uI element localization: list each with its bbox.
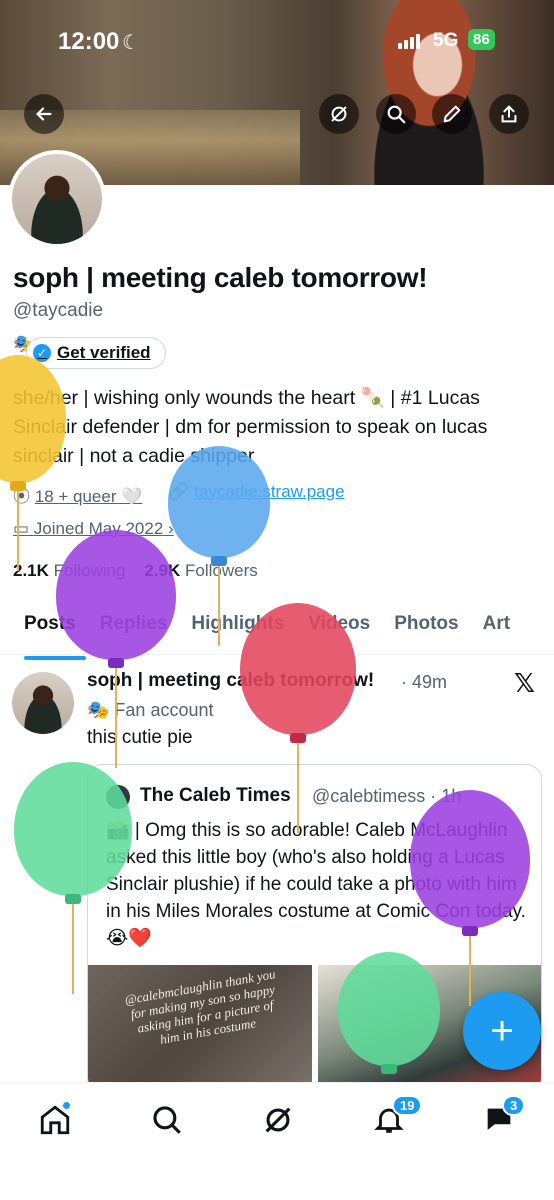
joined-date[interactable]: ▭ Joined May 2022 ›: [13, 519, 174, 539]
website-link[interactable]: taycadie.straw.page: [194, 482, 344, 501]
follow-stats: 2.1K Following 2.9K Followers: [13, 561, 258, 581]
following-count[interactable]: 2.1K: [13, 561, 49, 580]
nav-search[interactable]: [150, 1103, 186, 1139]
location-link[interactable]: 18 + queer 🤍: [35, 487, 143, 506]
following-label[interactable]: Following: [54, 561, 126, 580]
nav-notifications[interactable]: 19: [372, 1095, 423, 1139]
quote-image-caption: @calebmclaughlin thank you for making my…: [123, 966, 277, 1047]
home-dot: [62, 1101, 71, 1110]
edit-button[interactable]: [432, 94, 472, 134]
profile-handle: @taycadie: [13, 300, 104, 321]
share-icon: [501, 105, 517, 123]
search-button[interactable]: [376, 94, 416, 134]
tab-art[interactable]: Art: [483, 603, 510, 654]
tab-posts[interactable]: Posts: [24, 603, 86, 660]
status-time: 12:00: [58, 28, 120, 55]
mask-icon: 🎭: [87, 700, 115, 720]
share-button[interactable]: [489, 94, 529, 134]
quote-image-1[interactable]: @calebmclaughlin thank you for making my…: [88, 965, 312, 1093]
profile-name: soph | meeting caleb tomorrow!: [13, 262, 428, 293]
bottom-nav: 19 3: [0, 1082, 554, 1200]
back-button[interactable]: [24, 94, 64, 134]
verified-badge-icon: ✓: [33, 344, 51, 362]
x-logo-icon: 𝕏: [514, 668, 535, 698]
nav-grok[interactable]: [261, 1103, 297, 1139]
get-verified-label: Get verified: [57, 343, 151, 362]
post-author-name[interactable]: soph | meeting caleb tomorrow!: [87, 670, 374, 692]
followers-count[interactable]: 2.9K: [144, 561, 180, 580]
quote-text: 📸 | Omg this is so adorable! Caleb McLau…: [106, 820, 526, 949]
tab-photos[interactable]: Photos: [394, 603, 458, 654]
post-avatar[interactable]: [12, 672, 74, 734]
calendar-icon: ▭: [13, 519, 34, 538]
status-bar: 12:00 ☾ 5G 86: [0, 0, 554, 84]
post-fan-label: 🎭 Fan account: [87, 700, 214, 720]
profile-bio: she/her | wishing only wounds the heart …: [13, 387, 488, 467]
quote-author-name: The Caleb Times: [140, 785, 291, 806]
tab-highlights[interactable]: Highlights: [191, 603, 284, 654]
tab-replies[interactable]: Replies: [100, 603, 168, 654]
website-item[interactable]: 🔗 taycadie.straw.page: [168, 482, 344, 507]
network-label: 5G: [433, 30, 459, 51]
profile-tabs: Posts Replies Highlights Videos Photos A…: [0, 603, 554, 660]
quote-author-handle: @calebtimess · 1h: [312, 786, 462, 806]
grok-icon: [331, 106, 347, 122]
quote-avatar: [106, 785, 130, 809]
post-time: · 49m: [401, 672, 448, 692]
grok-button[interactable]: [319, 94, 359, 134]
post-text: this cutie pie: [87, 727, 193, 748]
location-item[interactable]: ⦿ 18 + queer 🤍: [13, 482, 142, 507]
arrow-left-icon: [36, 107, 52, 121]
chevron-right-icon: ›: [163, 519, 174, 538]
get-verified-button[interactable]: ✓ Get verified: [26, 337, 166, 369]
followers-label[interactable]: Followers: [185, 561, 258, 580]
pencil-icon: [443, 105, 461, 123]
profile-links: ⦿ 18 + queer 🤍 🔗 taycadie.straw.page: [13, 482, 345, 507]
grok-icon: [265, 1107, 291, 1133]
messages-badge: 3: [502, 1095, 526, 1116]
nav-messages[interactable]: 3: [482, 1095, 526, 1139]
search-icon: [153, 1106, 181, 1134]
compose-button[interactable]: +: [463, 992, 541, 1070]
search-icon: [387, 105, 406, 124]
moon-icon: ☾: [122, 32, 140, 54]
battery-indicator: 86: [468, 29, 495, 50]
profile-avatar[interactable]: [8, 150, 106, 248]
signal-icon: [398, 34, 420, 49]
tab-videos[interactable]: Videos: [308, 603, 370, 654]
nav-home[interactable]: [38, 1101, 74, 1139]
notifications-badge: 19: [392, 1095, 423, 1116]
